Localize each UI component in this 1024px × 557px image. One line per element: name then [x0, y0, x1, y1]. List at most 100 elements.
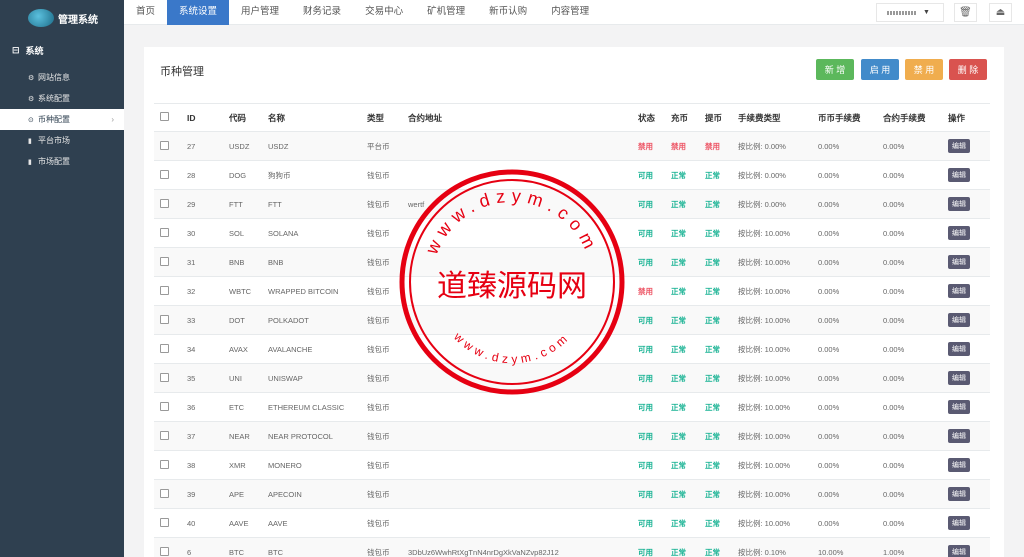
table-cell: ETHEREUM CLASSIC	[262, 392, 361, 422]
row-checkbox-cell[interactable]	[154, 334, 181, 364]
edit-button[interactable]: 编辑	[948, 487, 970, 501]
row-checkbox-cell[interactable]	[154, 189, 181, 219]
cell-text: 0.00%	[883, 460, 905, 470]
edit-button[interactable]: 编辑	[948, 458, 970, 472]
column-header: 充币	[665, 103, 699, 132]
edit-button[interactable]: 编辑	[948, 400, 970, 414]
table-cell: 0.00%	[812, 189, 877, 219]
table-cell: 钱包币	[361, 392, 402, 422]
row-checkbox[interactable]	[160, 488, 169, 498]
edit-button[interactable]: 编辑	[948, 197, 970, 211]
row-checkbox-cell[interactable]	[154, 218, 181, 248]
row-checkbox-cell[interactable]	[154, 392, 181, 422]
row-checkbox-cell[interactable]	[154, 131, 181, 161]
table-cell: 0.00%	[877, 276, 942, 306]
row-checkbox[interactable]	[160, 401, 169, 411]
sidebar-item-0[interactable]: ⚙ 网站信息	[0, 67, 124, 88]
cell-text: 0.00%	[883, 141, 905, 151]
edit-button[interactable]: 编辑	[948, 313, 970, 327]
row-checkbox[interactable]	[160, 227, 169, 237]
row-checkbox[interactable]	[160, 459, 169, 469]
row-checkbox-cell[interactable]	[154, 450, 181, 480]
edit-button[interactable]: 编辑	[948, 226, 970, 240]
delete-button[interactable]: 删 除	[949, 59, 987, 80]
table-row: 29 FTT FTT 钱包币 wertf 可用 正常 正常 按比例: 0.00% 0.00% 0.0…	[154, 189, 990, 219]
cell-text: UNI	[229, 373, 242, 383]
row-checkbox-cell[interactable]	[154, 276, 181, 306]
tab-1[interactable]: 系统设置	[167, 0, 230, 25]
enable-button[interactable]: 启 用	[861, 59, 899, 80]
tab-2[interactable]: 用户管理	[229, 0, 291, 25]
row-checkbox[interactable]	[160, 285, 169, 295]
edit-button[interactable]: 编辑	[948, 545, 970, 557]
cell-text: 钱包币	[367, 286, 390, 296]
tab-3[interactable]: 财务记录	[291, 0, 353, 25]
row-checkbox-cell[interactable]	[154, 160, 181, 190]
table-cell: 0.00%	[877, 160, 942, 190]
row-checkbox[interactable]	[160, 546, 169, 556]
table-cell: 0.00%	[812, 160, 877, 190]
sidebar-item-3[interactable]: ▮ 平台市场	[0, 130, 124, 151]
tab-7[interactable]: 内容管理	[539, 0, 601, 25]
table-cell: 0.00%	[812, 421, 877, 451]
tab-0[interactable]: 首页	[124, 0, 167, 25]
row-checkbox[interactable]	[160, 169, 169, 179]
table-cell: 0.00%	[812, 218, 877, 248]
table-cell: 0.00%	[877, 247, 942, 277]
row-checkbox-cell[interactable]	[154, 305, 181, 335]
row-checkbox-cell[interactable]	[154, 508, 181, 538]
row-checkbox-cell[interactable]	[154, 537, 181, 557]
user-menu[interactable]: ▼	[876, 3, 944, 22]
nav-group-header[interactable]: ⊟ 系统	[0, 43, 124, 57]
checkbox[interactable]	[160, 112, 169, 121]
tab-6[interactable]: 新币认购	[477, 0, 539, 25]
row-checkbox[interactable]	[160, 430, 169, 440]
brand-title: 管理系统	[58, 14, 98, 26]
cell-text: 0.00%	[818, 228, 840, 238]
table-cell: MONERO	[262, 450, 361, 480]
table-cell: BTC	[223, 537, 262, 557]
row-checkbox[interactable]	[160, 517, 169, 527]
cell-text: 正常	[705, 344, 720, 354]
cell-text: 正常	[671, 344, 686, 354]
row-checkbox[interactable]	[160, 256, 169, 266]
edit-button[interactable]: 编辑	[948, 284, 970, 298]
row-checkbox[interactable]	[160, 372, 169, 382]
edit-button[interactable]: 编辑	[948, 371, 970, 385]
table-cell: 40	[181, 508, 223, 538]
edit-button[interactable]: 编辑	[948, 139, 970, 153]
row-checkbox[interactable]	[160, 198, 169, 208]
logout-icon[interactable]: ⏏	[989, 3, 1012, 22]
row-checkbox[interactable]	[160, 140, 169, 150]
row-checkbox-cell[interactable]	[154, 247, 181, 277]
column-header: 状态	[632, 103, 665, 132]
select-all-checkbox[interactable]	[154, 103, 181, 132]
edit-button[interactable]: 编辑	[948, 255, 970, 269]
cell-text: 0.00%	[818, 373, 840, 383]
row-checkbox-cell[interactable]	[154, 421, 181, 451]
edit-button[interactable]: 编辑	[948, 342, 970, 356]
table-cell: 0.00%	[812, 247, 877, 277]
row-checkbox[interactable]	[160, 314, 169, 324]
sidebar-item-2[interactable]: ⊙ 币种配置 ›	[0, 109, 124, 130]
table-cell: 0.00%	[877, 218, 942, 248]
brand[interactable]: 管理系统	[0, 0, 124, 36]
row-checkbox-cell[interactable]	[154, 363, 181, 393]
table-cell: 按比例: 10.00%	[732, 247, 812, 277]
table-cell	[402, 479, 632, 509]
table-cell: AVAX	[223, 334, 262, 364]
add-button[interactable]: 新 增	[816, 59, 854, 80]
edit-button[interactable]: 编辑	[948, 168, 970, 182]
table-cell: 0.00%	[877, 334, 942, 364]
edit-button[interactable]: 编辑	[948, 429, 970, 443]
disable-button[interactable]: 禁 用	[905, 59, 943, 80]
circle-icon: ⊙	[28, 116, 34, 124]
sidebar-item-4[interactable]: ▮ 市场配置	[0, 151, 124, 172]
row-checkbox[interactable]	[160, 343, 169, 353]
row-checkbox-cell[interactable]	[154, 479, 181, 509]
trash-icon[interactable]: 🗑	[954, 3, 977, 22]
tab-5[interactable]: 矿机管理	[415, 0, 477, 25]
sidebar-item-1[interactable]: ⚙ 系统配置	[0, 88, 124, 109]
tab-4[interactable]: 交易中心	[353, 0, 415, 25]
edit-button[interactable]: 编辑	[948, 516, 970, 530]
